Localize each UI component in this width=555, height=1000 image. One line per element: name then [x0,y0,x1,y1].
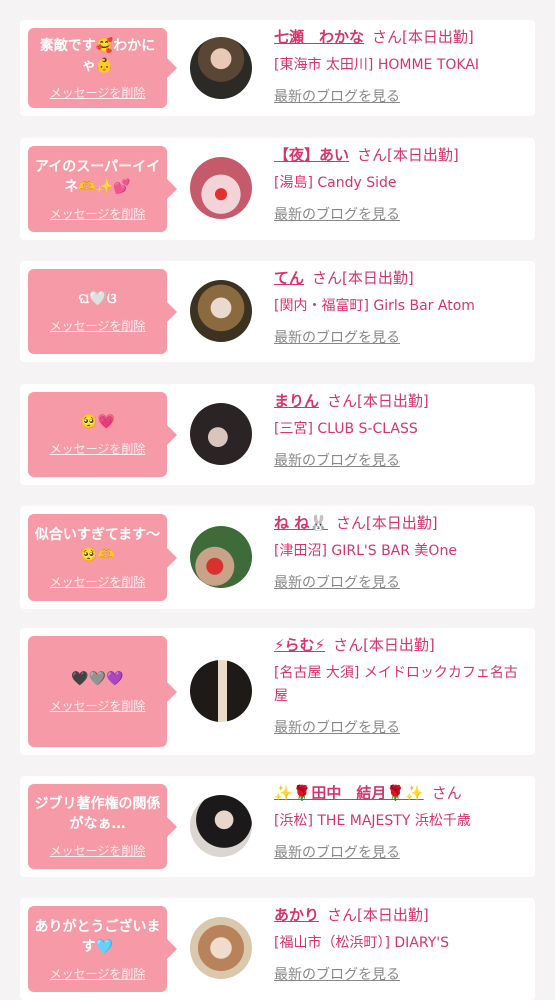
shop-label: [湯島] Candy Side [274,175,397,191]
message-bubble: 🥺💗 メッセージを削除 [28,392,177,477]
message-text: 🖤🩶💜 [71,671,124,687]
shop-label: [関内・福富町] Girls Bar Atom [274,298,475,314]
cast-name-link[interactable]: ✨🌹田中 結月🌹✨ [274,784,424,802]
message-text: 似合いすぎてます〜🥺🫶 [34,527,161,563]
message-bubble: ありがとうございます🩵 メッセージを削除 [28,906,177,992]
status-label: さん[本日出勤] [327,906,429,924]
avatar[interactable] [190,660,252,722]
cast-name-link[interactable]: 七瀬 わかな [274,28,364,46]
message-text: ジブリ著作権の関係がなぁ… [34,796,161,832]
message-text: 素敵です🥰わかにゃ👶 [39,37,156,74]
message-bubble: ジブリ著作権の関係がなぁ… メッセージを削除 [28,784,177,869]
list-item: 似合いすぎてます〜🥺🫶 メッセージを削除 ね ね🐰 さん[本日出勤] [津田沼] … [20,506,535,609]
message-bubble: 🖤🩶💜 メッセージを削除 [28,636,177,747]
message-text: ありがとうございます🩵 [34,918,161,955]
status-label: さん [431,784,462,802]
cast-name-link[interactable]: まりん [274,392,319,410]
status-label: さん[本日出勤] [327,392,429,410]
cast-name-link[interactable]: ⚡らむ⚡ [274,636,325,654]
avatar[interactable] [190,403,252,465]
list-item: ありがとうございます🩵 メッセージを削除 あかり さん[本日出勤] [福山市（松浜… [20,898,535,1000]
blog-link[interactable]: 最新のブログを見る [274,965,524,985]
cast-name-link[interactable]: てん [274,269,304,287]
blog-link[interactable]: 最新のブログを見る [274,573,524,593]
blog-link[interactable]: 最新のブログを見る [274,843,524,863]
status-label: さん[本日出勤] [357,146,459,164]
delete-message-link[interactable]: メッセージを削除 [50,440,146,457]
shop-label: [名古屋 大須] メイドロックカフェ名古屋 [274,665,518,704]
delete-message-link[interactable]: メッセージを削除 [50,317,146,334]
list-item: アイのスーパーイイネ🫶✨💕 メッセージを削除 【夜】あい さん[本日出勤] [湯島… [20,138,535,240]
cast-name-link[interactable]: ね ね🐰 [274,514,328,532]
message-text: 🥺💗 [80,414,115,430]
status-label: さん[本日出勤] [333,636,435,654]
cast-name-link[interactable]: 【夜】あい [274,146,349,164]
message-text: ଘ🤍ଓ [78,291,117,307]
status-label: さん[本日出勤] [335,514,438,532]
avatar[interactable] [190,795,252,857]
message-bubble: アイのスーパーイイネ🫶✨💕 メッセージを削除 [28,146,177,232]
message-bubble: ଘ🤍ଓ メッセージを削除 [28,269,177,354]
blog-link[interactable]: 最新のブログを見る [274,718,524,738]
delete-message-link[interactable]: メッセージを削除 [50,842,146,859]
message-text: アイのスーパーイイネ🫶✨💕 [34,158,161,195]
list-item: 🥺💗 メッセージを削除 まりん さん[本日出勤] [三宮] CLUB S-CLAS… [20,384,535,485]
avatar[interactable] [190,37,252,99]
shop-label: [津田沼] GIRL'S BAR 美One [274,543,457,559]
avatar[interactable] [190,280,252,342]
avatar[interactable] [190,157,252,219]
message-bubble: 似合いすぎてます〜🥺🫶 メッセージを削除 [28,514,177,601]
shop-label: [浜松] THE MAJESTY 浜松千歳 [274,813,471,829]
message-bubble: 素敵です🥰わかにゃ👶 メッセージを削除 [28,28,177,108]
list-item: ジブリ著作権の関係がなぁ… メッセージを削除 ✨🌹田中 結月🌹✨ さん [浜松] … [20,776,535,877]
shop-label: [福山市（松浜町）] DIARY'S [274,935,449,951]
status-label: さん[本日出勤] [372,28,474,46]
list-item: 🖤🩶💜 メッセージを削除 ⚡らむ⚡ さん[本日出勤] [名古屋 大須] メイドロッ… [20,628,535,755]
delete-message-link[interactable]: メッセージを削除 [50,965,146,982]
blog-link[interactable]: 最新のブログを見る [274,451,524,471]
delete-message-link[interactable]: メッセージを削除 [50,205,146,222]
avatar[interactable] [190,526,252,588]
shop-label: [三宮] CLUB S-CLASS [274,421,418,437]
list-item: ଘ🤍ଓ メッセージを削除 てん さん[本日出勤] [関内・福富町] Girls B… [20,261,535,362]
blog-link[interactable]: 最新のブログを見る [274,328,524,348]
blog-link[interactable]: 最新のブログを見る [274,87,524,107]
delete-message-link[interactable]: メッセージを削除 [50,84,146,101]
shop-label: [東海市 太田川] HOMME TOKAI [274,57,480,73]
delete-message-link[interactable]: メッセージを削除 [50,697,146,714]
avatar[interactable] [190,917,252,979]
delete-message-link[interactable]: メッセージを削除 [50,573,146,590]
status-label: さん[本日出勤] [312,269,414,287]
list-item: 素敵です🥰わかにゃ👶 メッセージを削除 七瀬 わかな さん[本日出勤] [東海市 … [20,20,535,116]
cast-name-link[interactable]: あかり [274,906,319,924]
blog-link[interactable]: 最新のブログを見る [274,205,524,225]
